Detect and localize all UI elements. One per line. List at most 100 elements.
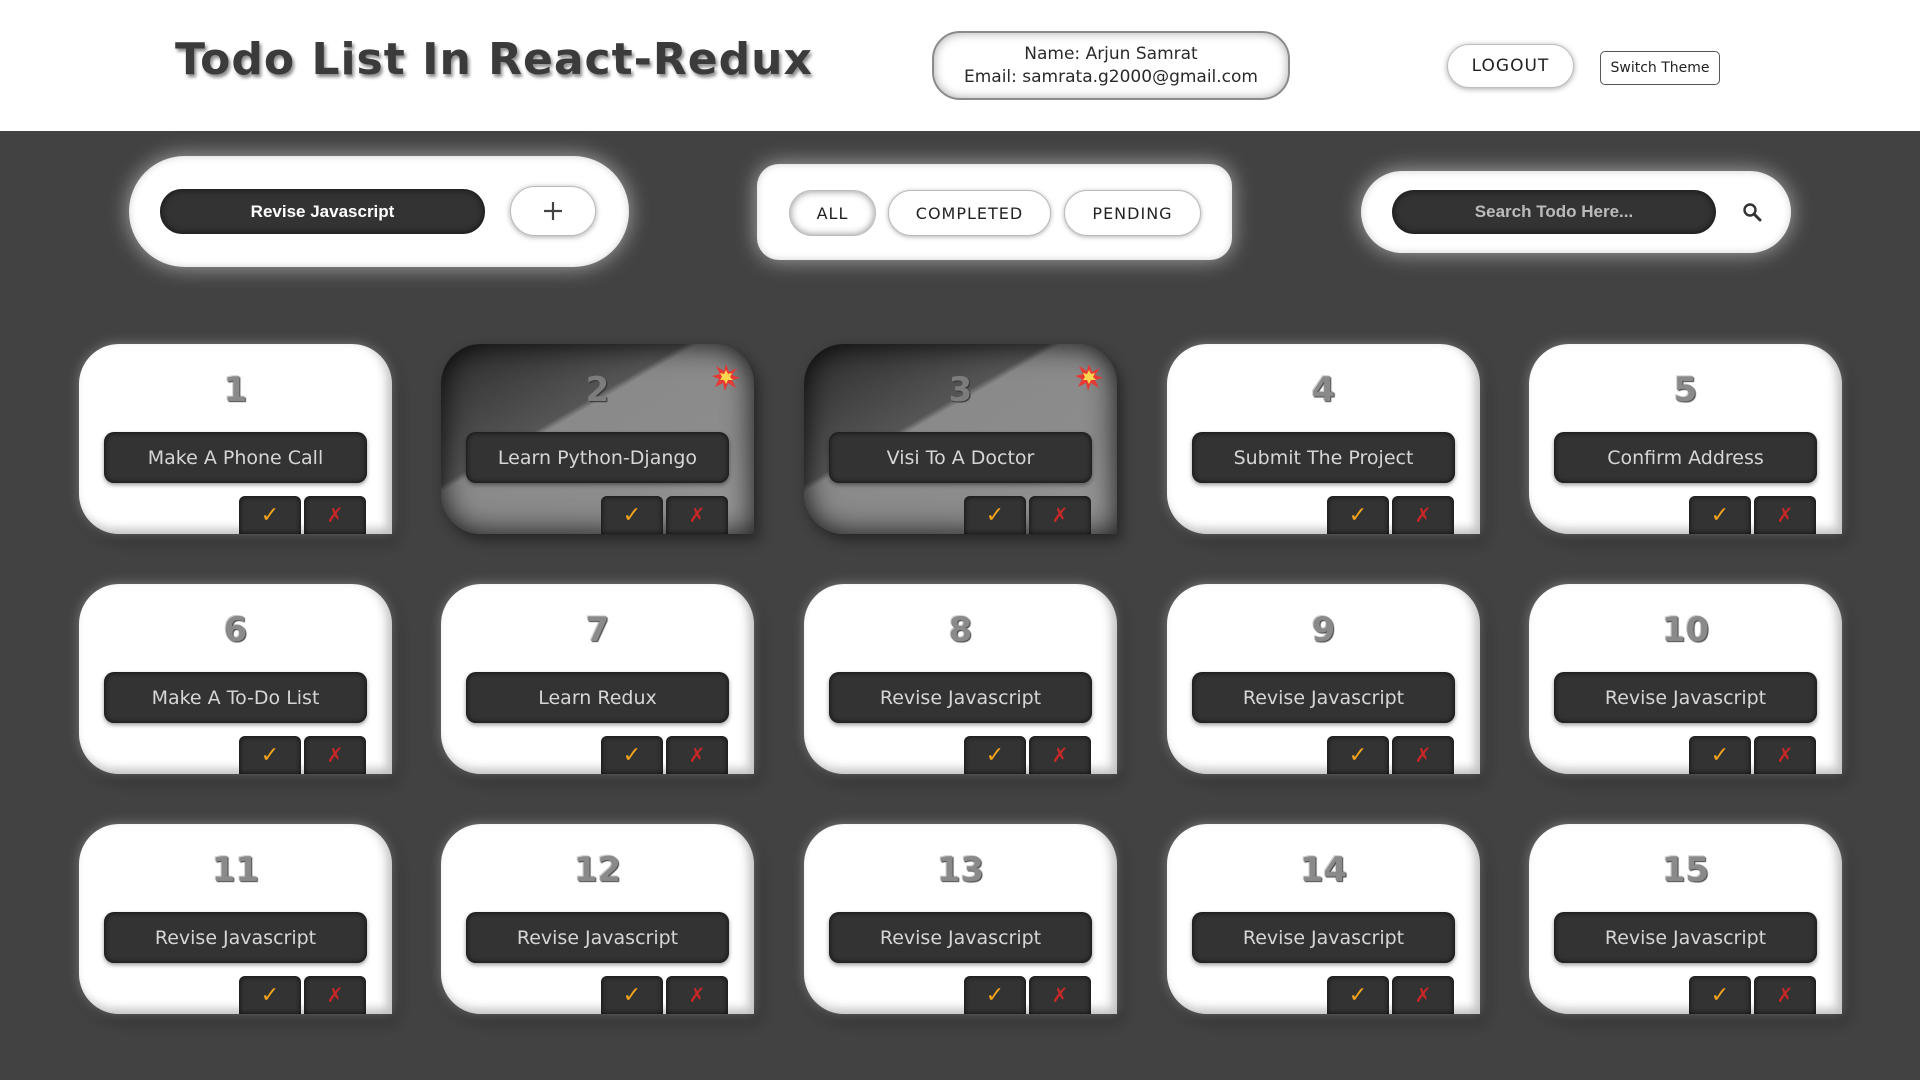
todo-number: 5 — [1673, 370, 1698, 410]
complete-todo-button[interactable]: ✓ — [964, 496, 1026, 534]
delete-todo-button[interactable]: ✗ — [304, 736, 366, 774]
check-icon: ✓ — [1348, 742, 1368, 767]
filter-completed-button[interactable]: COMPLETED — [888, 190, 1051, 236]
delete-todo-button[interactable]: ✗ — [666, 496, 728, 534]
search-input[interactable] — [1392, 190, 1716, 234]
close-icon: ✗ — [326, 984, 344, 1007]
close-icon: ✗ — [1414, 744, 1432, 767]
todo-number: 11 — [211, 850, 260, 890]
logout-button[interactable]: LOGOUT — [1447, 44, 1574, 88]
todo-number: 3 — [948, 370, 973, 410]
todo-card: 12 Revise Javascript ✓ ✗ — [441, 824, 754, 1014]
filter-panel: ALL COMPLETED PENDING — [757, 164, 1232, 260]
todo-number: 7 — [585, 610, 610, 650]
check-icon: ✓ — [622, 502, 642, 527]
delete-todo-button[interactable]: ✗ — [1754, 736, 1816, 774]
delete-todo-button[interactable]: ✗ — [1392, 736, 1454, 774]
complete-todo-button[interactable]: ✓ — [239, 736, 301, 774]
todo-card: 13 Revise Javascript ✓ ✗ — [804, 824, 1117, 1014]
complete-todo-button[interactable]: ✓ — [1327, 496, 1389, 534]
close-icon: ✗ — [1776, 504, 1794, 527]
check-icon: ✓ — [1710, 502, 1730, 527]
check-icon: ✓ — [260, 982, 280, 1007]
todo-input[interactable] — [160, 189, 485, 234]
delete-todo-button[interactable]: ✗ — [1029, 496, 1091, 534]
todo-text: Confirm Address — [1554, 432, 1817, 483]
close-icon: ✗ — [1051, 504, 1069, 527]
delete-todo-button[interactable]: ✗ — [1754, 496, 1816, 534]
check-icon: ✓ — [1348, 982, 1368, 1007]
todo-card: 8 Revise Javascript ✓ ✗ — [804, 584, 1117, 774]
check-icon: ✓ — [985, 502, 1005, 527]
plus-icon — [544, 202, 562, 220]
delete-todo-button[interactable]: ✗ — [1029, 976, 1091, 1014]
close-icon: ✗ — [688, 744, 706, 767]
complete-todo-button[interactable]: ✓ — [1689, 976, 1751, 1014]
todo-number: 13 — [936, 850, 985, 890]
todo-text: Make A Phone Call — [104, 432, 367, 483]
complete-todo-button[interactable]: ✓ — [1327, 976, 1389, 1014]
todo-text: Revise Javascript — [1192, 672, 1455, 723]
delete-todo-button[interactable]: ✗ — [666, 976, 728, 1014]
add-todo-button[interactable] — [510, 186, 596, 236]
close-icon: ✗ — [1414, 504, 1432, 527]
todo-text: Revise Javascript — [1554, 912, 1817, 963]
user-name: Name: Arjun Samrat — [1024, 43, 1198, 64]
delete-todo-button[interactable]: ✗ — [1392, 496, 1454, 534]
filter-pending-button[interactable]: PENDING — [1064, 190, 1201, 236]
todo-number: 15 — [1661, 850, 1710, 890]
check-icon: ✓ — [260, 742, 280, 767]
todo-number: 4 — [1311, 370, 1336, 410]
user-email: Email: samrata.g2000@gmail.com — [963, 66, 1258, 87]
todo-number: 1 — [223, 370, 248, 410]
todo-card: 14 Revise Javascript ✓ ✗ — [1167, 824, 1480, 1014]
check-icon: ✓ — [985, 982, 1005, 1007]
complete-todo-button[interactable]: ✓ — [239, 976, 301, 1014]
todo-card: 11 Revise Javascript ✓ ✗ — [79, 824, 392, 1014]
delete-todo-button[interactable]: ✗ — [304, 976, 366, 1014]
check-icon: ✓ — [985, 742, 1005, 767]
search-icon — [1743, 203, 1762, 222]
check-icon: ✓ — [1348, 502, 1368, 527]
check-icon: ✓ — [260, 502, 280, 527]
complete-todo-button[interactable]: ✓ — [964, 736, 1026, 774]
complete-todo-button[interactable]: ✓ — [1327, 736, 1389, 774]
check-icon: ✓ — [1710, 982, 1730, 1007]
close-icon: ✗ — [1414, 984, 1432, 1007]
complete-todo-button[interactable]: ✓ — [1689, 736, 1751, 774]
close-icon: ✗ — [326, 744, 344, 767]
complete-todo-button[interactable]: ✓ — [239, 496, 301, 534]
pending-burst-icon — [1075, 364, 1103, 391]
complete-todo-button[interactable]: ✓ — [964, 976, 1026, 1014]
close-icon: ✗ — [1776, 984, 1794, 1007]
switch-theme-button[interactable]: Switch Theme — [1600, 51, 1720, 85]
complete-todo-button[interactable]: ✓ — [601, 496, 663, 534]
todo-text: Visi To A Doctor — [829, 432, 1092, 483]
close-icon: ✗ — [688, 984, 706, 1007]
close-icon: ✗ — [1051, 744, 1069, 767]
todo-number: 6 — [223, 610, 248, 650]
filter-all-button[interactable]: ALL — [789, 190, 876, 236]
todo-card: 2 Learn Python-Django ✓ ✗ — [441, 344, 754, 534]
complete-todo-button[interactable]: ✓ — [601, 736, 663, 774]
todo-number: 10 — [1661, 610, 1710, 650]
check-icon: ✓ — [1710, 742, 1730, 767]
delete-todo-button[interactable]: ✗ — [1392, 976, 1454, 1014]
todo-number: 2 — [585, 370, 610, 410]
todo-card: 3 Visi To A Doctor ✓ ✗ — [804, 344, 1117, 534]
complete-todo-button[interactable]: ✓ — [601, 976, 663, 1014]
todo-card: 9 Revise Javascript ✓ ✗ — [1167, 584, 1480, 774]
todo-text: Revise Javascript — [829, 912, 1092, 963]
close-icon: ✗ — [326, 504, 344, 527]
delete-todo-button[interactable]: ✗ — [304, 496, 366, 534]
delete-todo-button[interactable]: ✗ — [1754, 976, 1816, 1014]
complete-todo-button[interactable]: ✓ — [1689, 496, 1751, 534]
close-icon: ✗ — [1051, 984, 1069, 1007]
delete-todo-button[interactable]: ✗ — [1029, 736, 1091, 774]
delete-todo-button[interactable]: ✗ — [666, 736, 728, 774]
close-icon: ✗ — [1776, 744, 1794, 767]
todo-text: Submit The Project — [1192, 432, 1455, 483]
todo-text: Revise Javascript — [466, 912, 729, 963]
check-icon: ✓ — [622, 742, 642, 767]
search-button[interactable] — [1735, 195, 1769, 229]
